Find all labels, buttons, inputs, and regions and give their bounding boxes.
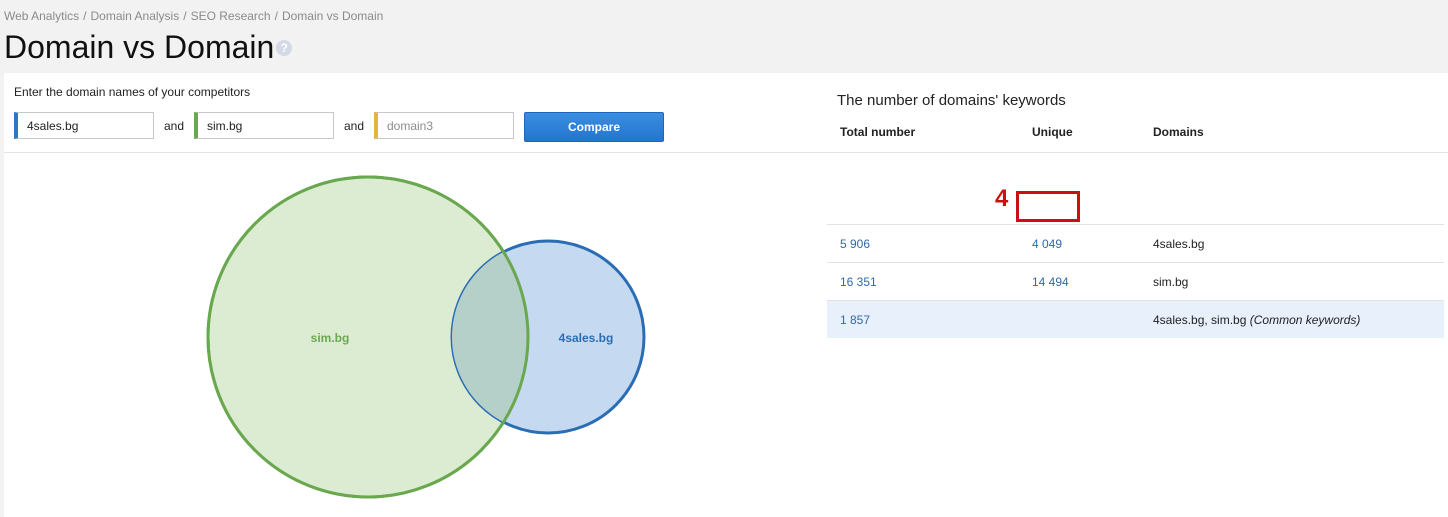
page-title: Domain vs Domain? [4, 28, 293, 66]
unique-count-link[interactable]: 4 049 [1032, 237, 1062, 251]
domain-name: sim.bg [1153, 275, 1189, 289]
common-domains: 4sales.bg, sim.bg (Common keywords) [1153, 313, 1360, 327]
column-header-domains: Domains [1153, 125, 1204, 139]
unique-count-link[interactable]: 14 494 [1032, 275, 1069, 289]
breadcrumb-item-domain-analysis[interactable]: Domain Analysis [91, 9, 180, 23]
venn-diagram: sim.bg 4sales.bg [206, 175, 646, 499]
domain2-input[interactable] [194, 112, 334, 139]
domain-name: 4sales.bg [1153, 237, 1205, 251]
annotation-highlight-box [1016, 191, 1080, 222]
breadcrumb-separator: / [83, 9, 87, 23]
compare-button[interactable]: Compare [524, 112, 664, 142]
breadcrumb-separator: / [183, 9, 187, 23]
column-header-unique: Unique [1032, 125, 1073, 139]
common-count-link[interactable]: 1 857 [840, 313, 870, 327]
domain1-input[interactable] [14, 112, 154, 139]
keywords-table-title: The number of domains' keywords [837, 92, 1066, 109]
breadcrumb-item-web-analytics[interactable]: Web Analytics [4, 9, 79, 23]
domain3-input[interactable] [374, 112, 514, 139]
venn-label-sim: sim.bg [311, 331, 350, 345]
common-domains-text: 4sales.bg, sim.bg [1153, 313, 1247, 327]
column-header-total: Total number [840, 125, 916, 139]
breadcrumb-item-current: Domain vs Domain [281, 9, 384, 23]
common-keywords-note: (Common keywords) [1249, 313, 1361, 327]
annotation-number: 4 [995, 185, 1009, 212]
total-count-link[interactable]: 16 351 [840, 275, 877, 289]
total-count-link[interactable]: 5 906 [840, 237, 870, 251]
breadcrumb-separator: / [274, 9, 278, 23]
page-title-text: Domain vs Domain [4, 29, 275, 65]
table-row: 16 351 14 494 sim.bg [827, 262, 1444, 300]
breadcrumb: Web Analytics / Domain Analysis / SEO Resear… [4, 9, 383, 23]
competitors-label: Enter the domain names of your competito… [14, 85, 251, 99]
table-row: 5 906 4 049 4sales.bg [827, 224, 1444, 262]
table-row-common: 1 857 4sales.bg, sim.bg (Common keywords… [827, 300, 1444, 338]
and-label: and [164, 119, 185, 133]
breadcrumb-item-seo-research[interactable]: SEO Research [191, 9, 271, 23]
question-circle-icon[interactable]: ? [276, 39, 293, 56]
venn-label-4sales: 4sales.bg [559, 331, 614, 345]
and-label: and [344, 119, 365, 133]
